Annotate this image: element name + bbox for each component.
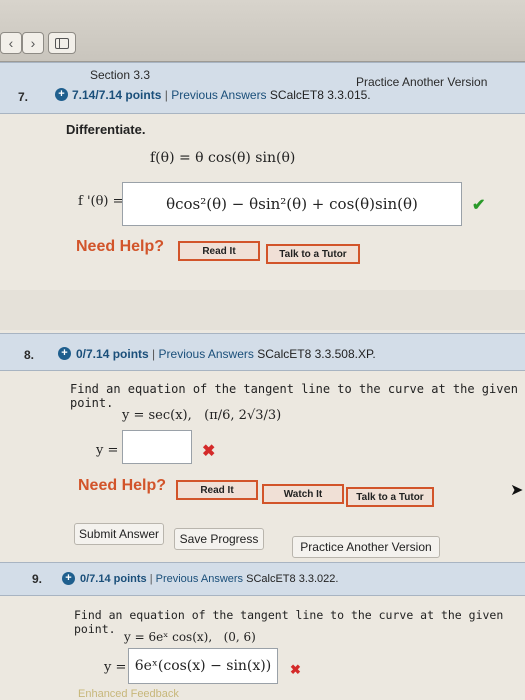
top-toolbar [0,0,525,62]
points-score: 0/7.14 points [76,347,149,361]
answer-label: f '(θ) = [78,194,124,209]
mouse-cursor-icon: ➤ [510,482,524,499]
question-7-meta: 7.14/7.14 points | Previous Answers SCal… [72,88,371,102]
section-label: Section 3.3 [90,68,151,82]
separator: | [149,573,153,585]
source-id: SCalcET8 3.3.015. [269,88,371,102]
question-prompt: Differentiate. [66,122,146,137]
practice-another-version-link[interactable]: Practice Another Version [356,75,487,89]
expand-icon[interactable]: + [62,572,75,585]
source-id: SCalcET8 3.3.508.XP. [257,347,376,361]
talk-to-tutor-button[interactable]: Talk to a Tutor [266,244,360,264]
question-number: 9. [32,572,43,586]
spacer [0,290,525,330]
watch-it-button[interactable]: Watch It [262,484,344,504]
points-score: 0/7.14 points [80,573,147,585]
chevron-right-icon: › [30,35,36,51]
enhanced-feedback-link[interactable]: Enhanced Feedback [78,688,179,700]
x-icon: ✖ [202,443,216,460]
question-8-meta: 0/7.14 points | Previous Answers SCalcET… [76,347,376,361]
answer-input[interactable]: 6eˣ(cos(x) − sin(x)) [128,648,278,684]
function-expression: f(θ) = θ cos(θ) sin(θ) [150,150,296,166]
submit-answer-button[interactable]: Submit Answer [74,523,164,545]
need-help-label: Need Help? [76,238,165,255]
answer-label: y = [104,660,127,675]
source-id: SCalcET8 3.3.022. [246,573,339,585]
question-number: 7. [18,90,29,104]
x-icon: ✖ [290,662,301,677]
answer-value: θcos²(θ) − θsin²(θ) + cos(θ)sin(θ) [166,195,418,213]
separator: | [152,347,156,361]
need-help-label: Need Help? [78,477,167,494]
separator: | [164,88,168,102]
question-prompt: Find an equation of the tangent line to … [70,382,518,410]
practice-another-version-button[interactable]: Practice Another Version [292,536,440,558]
question-9-meta: 0/7.14 points | Previous Answers SCalcET… [80,573,338,585]
back-button[interactable]: ‹ [0,32,22,54]
answer-input[interactable]: θcos²(θ) − θsin²(θ) + cos(θ)sin(θ) [122,182,462,226]
tangent-equation: y = sec(x), (π/6, 2√3/3) [122,408,282,423]
answer-input[interactable] [122,430,192,464]
points-score: 7.14/7.14 points [72,88,162,102]
sidebar-toggle-button[interactable] [48,32,76,54]
previous-answers-link[interactable]: Previous Answers [156,573,243,585]
checkmark-icon: ✔ [472,197,486,214]
tangent-equation: y = 6eˣ cos(x), (0, 6) [124,630,256,644]
question-number: 8. [24,348,35,362]
chevron-left-icon: ‹ [8,35,14,51]
previous-answers-link[interactable]: Previous Answers [159,347,254,361]
expand-icon[interactable]: + [55,88,68,101]
talk-to-tutor-button[interactable]: Talk to a Tutor [346,487,434,507]
save-progress-button[interactable]: Save Progress [174,528,264,550]
previous-answers-link[interactable]: Previous Answers [171,88,266,102]
sidebar-icon [55,37,69,49]
read-it-button[interactable]: Read It [178,241,260,261]
read-it-button[interactable]: Read It [176,480,258,500]
forward-button[interactable]: › [22,32,44,54]
expand-icon[interactable]: + [58,347,71,360]
answer-label: y = [96,443,119,458]
answer-value: 6eˣ(cos(x) − sin(x)) [134,658,272,674]
